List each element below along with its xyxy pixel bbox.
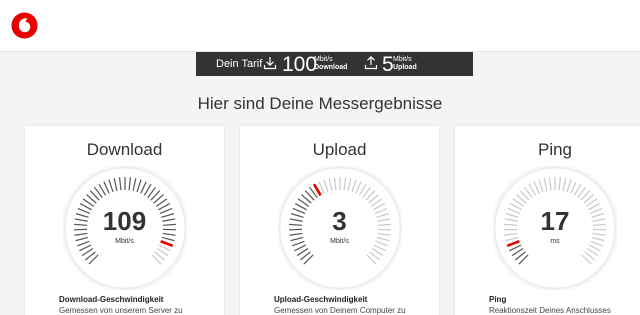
header — [0, 0, 640, 52]
upload-icon — [364, 55, 378, 70]
tariff-label: Dein Tarif — [216, 58, 263, 70]
ping-unit: ms — [550, 238, 560, 245]
tariff-bar: Dein Tarif 100 Mbit/s Download 5 Mbit/s Up… — [196, 52, 473, 76]
tariff-download-value: 100 — [282, 53, 318, 76]
ping-detail-text: Reaktionszeit Deines Anschlusses — [489, 306, 611, 315]
upload-value: 3 — [332, 206, 347, 236]
tariff-download-unit: Mbit/s Download — [314, 56, 348, 71]
tariff-upload-unit: Mbit/s Upload — [393, 56, 417, 71]
download-icon — [263, 57, 277, 70]
download-detail-text: Gemessen von unserem Server zu — [59, 306, 183, 315]
upload-detail-title: Upload-Geschwindigkeit — [274, 295, 368, 304]
download-card: Download 109 Mbit/s Download-Geschwindig… — [25, 126, 224, 315]
ping-detail-title: Ping — [489, 295, 507, 304]
vodafone-logo-icon[interactable] — [11, 12, 38, 39]
results-title: Hier sind Deine Messergebnisse — [197, 94, 443, 113]
card-title: Ping — [537, 140, 573, 159]
download-detail-title: Download-Geschwindigkeit — [59, 295, 164, 304]
ping-value: 17 — [540, 206, 570, 236]
download-value: 109 — [102, 206, 147, 236]
card-title: Upload — [312, 140, 367, 159]
card-title: Download — [86, 140, 163, 159]
upload-detail-text: Gemessen von Deinem Computer zu — [274, 306, 406, 315]
upload-unit: Mbit/s — [330, 238, 349, 245]
ping-card: Ping 17 ms Ping Reaktionszeit Deines Ans… — [455, 126, 640, 315]
download-unit: Mbit/s — [115, 238, 134, 245]
upload-card: Upload 3 Mbit/s Upload-Geschwindigkeit G… — [240, 126, 439, 315]
tariff-upload-value: 5 — [382, 53, 394, 76]
